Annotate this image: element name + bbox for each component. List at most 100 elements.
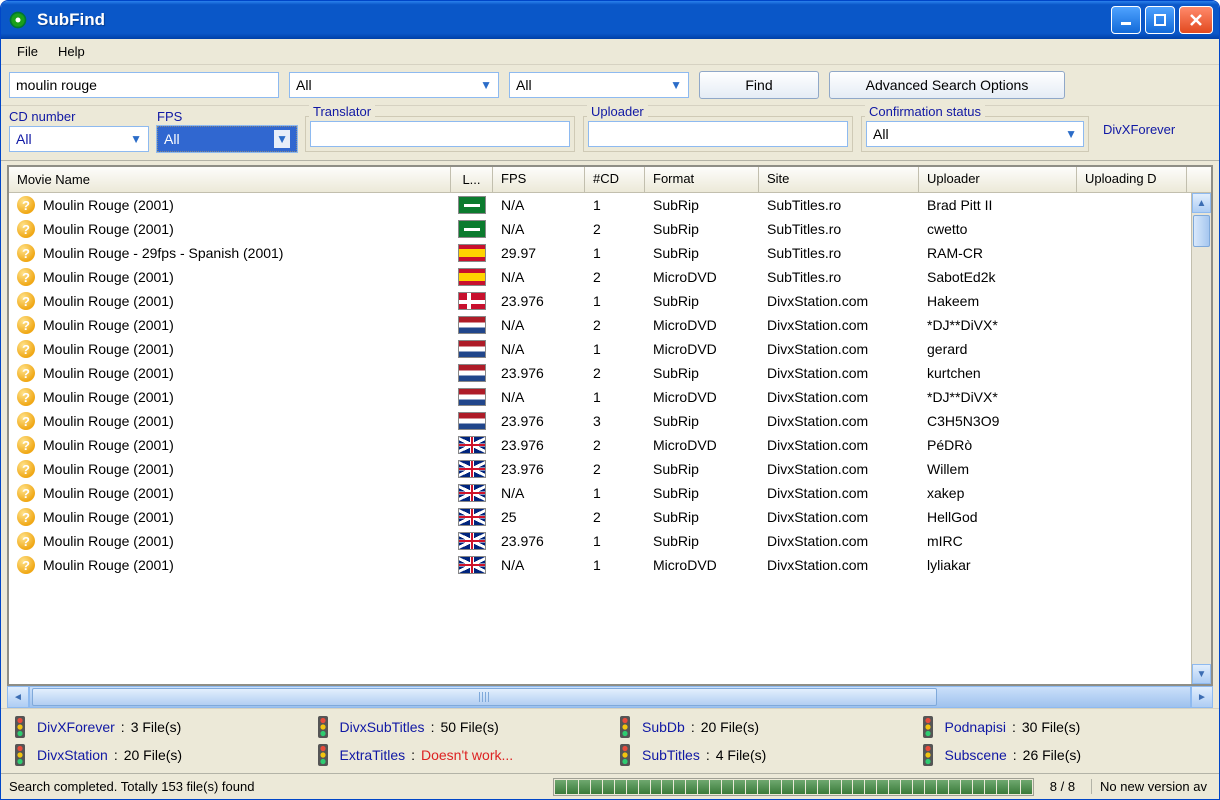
source-sep: : [431,719,435,735]
table-row[interactable]: ?Moulin Rouge (2001)N/A1SubRipSubTitles.… [9,193,1211,217]
col-fps[interactable]: FPS [493,167,585,192]
table-row[interactable]: ?Moulin Rouge (2001)23.9762SubRipDivxSta… [9,457,1211,481]
minimize-button[interactable] [1111,6,1141,34]
vertical-scrollbar[interactable]: ▲ ▼ [1191,193,1211,684]
cell-uploader: gerard [919,341,1077,357]
scroll-track[interactable] [1192,213,1211,664]
hscroll-thumb[interactable] [32,688,937,706]
cell-cd: 2 [585,365,645,381]
translator-input[interactable] [310,121,570,147]
cell-language [451,364,493,382]
scroll-up-button[interactable]: ▲ [1192,193,1211,213]
cell-fps: 23.976 [493,413,585,429]
table-row[interactable]: ?Moulin Rouge (2001)23.9762SubRipDivxSta… [9,361,1211,385]
info-icon: ? [17,268,35,286]
cell-uploader: C3H5N3O9 [919,413,1077,429]
uploader-input[interactable] [588,121,848,147]
source-sep: : [121,719,125,735]
source-stat[interactable]: DivXForever : 3 File(s) [9,715,304,739]
col-language[interactable]: L... [451,167,493,192]
cell-uploader: xakep [919,485,1077,501]
table-row[interactable]: ?Moulin Rouge (2001)N/A1MicroDVDDivxStat… [9,337,1211,361]
source-stat[interactable]: DivxSubTitles : 50 File(s) [312,715,607,739]
confirmation-status-combo[interactable]: All ▼ [866,121,1084,147]
progress-segment [567,780,578,794]
col-movie-name[interactable]: Movie Name [9,167,451,192]
flag-icon [458,556,486,574]
col-format[interactable]: Format [645,167,759,192]
window-title: SubFind [37,10,1111,30]
flag-icon [458,244,486,262]
progress-segment [913,780,924,794]
source-sep: : [1013,747,1017,763]
table-row[interactable]: ?Moulin Rouge (2001)N/A1MicroDVDDivxStat… [9,385,1211,409]
menu-file[interactable]: File [7,42,48,61]
traffic-light-icon [614,743,636,767]
source-stat[interactable]: Subscene : 26 File(s) [917,743,1212,767]
menu-help[interactable]: Help [48,42,95,61]
scroll-left-button[interactable]: ◄ [7,686,29,708]
source-count: Doesn't work... [421,747,513,763]
search-toolbar: All ▼ All ▼ Find Advanced Search Options [1,65,1219,106]
col-uploader[interactable]: Uploader [919,167,1077,192]
language-combo[interactable]: All ▼ [289,72,499,98]
source-stat[interactable]: DivxStation : 20 File(s) [9,743,304,767]
cell-language [451,436,493,454]
source-stat[interactable]: Podnapisi : 30 File(s) [917,715,1212,739]
progress-segment [698,780,709,794]
cell-movie-name: ?Moulin Rouge (2001) [9,292,451,310]
maximize-button[interactable] [1145,6,1175,34]
movie-name-text: Moulin Rouge (2001) [43,413,174,429]
horizontal-scrollbar[interactable]: ◄ ► [7,686,1213,708]
table-row[interactable]: ?Moulin Rouge (2001)23.9763SubRipDivxSta… [9,409,1211,433]
fps-combo[interactable]: All ▼ [157,126,297,152]
cd-number-combo[interactable]: All ▼ [9,126,149,152]
info-icon: ? [17,388,35,406]
progress-segment [639,780,650,794]
table-row[interactable]: ?Moulin Rouge (2001)252SubRipDivxStation… [9,505,1211,529]
flag-icon [458,268,486,286]
table-row[interactable]: ?Moulin Rouge - 29fps - Spanish (2001)29… [9,241,1211,265]
advanced-filters: CD number All ▼ FPS All ▼ Translator Upl… [1,106,1219,161]
col-cd[interactable]: #CD [585,167,645,192]
info-icon: ? [17,316,35,334]
secondary-combo[interactable]: All ▼ [509,72,689,98]
menu-bar: File Help [1,39,1219,65]
site-filter-link[interactable]: DivXForever [1097,122,1181,137]
close-button[interactable] [1179,6,1213,34]
cell-fps: N/A [493,485,585,501]
movie-name-text: Moulin Rouge (2001) [43,437,174,453]
progress-segment [1009,780,1020,794]
table-row[interactable]: ?Moulin Rouge (2001)N/A1MicroDVDDivxStat… [9,553,1211,577]
scroll-right-button[interactable]: ► [1191,686,1213,708]
find-button[interactable]: Find [699,71,819,99]
source-name: DivxStation [37,747,108,763]
cell-fps: 25 [493,509,585,525]
advanced-search-button[interactable]: Advanced Search Options [829,71,1065,99]
progress-segment [794,780,805,794]
table-row[interactable]: ?Moulin Rouge (2001)23.9761SubRipDivxSta… [9,289,1211,313]
cell-uploader: PéDRò [919,437,1077,453]
scroll-thumb[interactable] [1193,215,1210,247]
table-row[interactable]: ?Moulin Rouge (2001)23.9762MicroDVDDivxS… [9,433,1211,457]
table-row[interactable]: ?Moulin Rouge (2001)N/A2MicroDVDDivxStat… [9,313,1211,337]
col-site[interactable]: Site [759,167,919,192]
info-icon: ? [17,244,35,262]
source-stat[interactable]: ExtraTitles : Doesn't work... [312,743,607,767]
cell-cd: 2 [585,317,645,333]
chevron-down-icon: ▼ [480,78,492,92]
table-row[interactable]: ?Moulin Rouge (2001)N/A1SubRipDivxStatio… [9,481,1211,505]
col-uploading-date[interactable]: Uploading D [1077,167,1187,192]
source-stat[interactable]: SubDb : 20 File(s) [614,715,909,739]
titlebar[interactable]: SubFind [1,1,1219,39]
traffic-light-icon [312,743,334,767]
cell-cd: 1 [585,293,645,309]
table-row[interactable]: ?Moulin Rouge (2001)N/A2SubRipSubTitles.… [9,217,1211,241]
hscroll-track[interactable] [29,686,1191,708]
scroll-down-button[interactable]: ▼ [1192,664,1211,684]
chevron-down-icon: ▼ [274,130,290,148]
table-row[interactable]: ?Moulin Rouge (2001)N/A2MicroDVDSubTitle… [9,265,1211,289]
source-stat[interactable]: SubTitles : 4 File(s) [614,743,909,767]
table-row[interactable]: ?Moulin Rouge (2001)23.9761SubRipDivxSta… [9,529,1211,553]
search-input[interactable] [9,72,279,98]
